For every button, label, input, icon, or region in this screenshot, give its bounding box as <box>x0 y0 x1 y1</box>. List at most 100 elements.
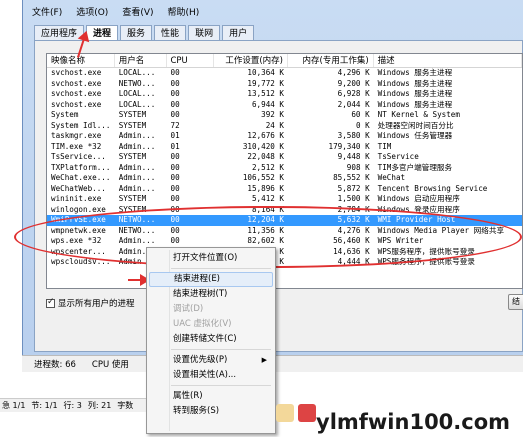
cell-description: Windows 服务主进程 <box>377 68 453 77</box>
cell-image-name: TsService... <box>51 152 106 161</box>
cell-cpu: 00 <box>170 152 180 161</box>
cell-cpu: 00 <box>170 78 180 88</box>
tab-services[interactable]: 服务 <box>120 25 153 41</box>
tab-applications[interactable]: 应用程序 <box>34 25 85 41</box>
cell-private-set: 0 K <box>355 120 370 130</box>
context-menu-item-label: 创建转储文件(C) <box>173 334 237 344</box>
submenu-arrow-icon: ▶ <box>261 356 267 364</box>
cell-image-name: WeChatWeb... <box>51 183 106 193</box>
table-row[interactable]: System Idl... SYSTEM 72 24 K 0 K 处理器空闲时间百分比 <box>47 121 522 132</box>
menu-help[interactable]: 帮助(H) <box>166 5 202 21</box>
watermark-logo: ylmfwin100.com <box>316 410 511 434</box>
cell-user-name: Admin... <box>118 173 156 182</box>
cell-cpu: 72 <box>170 120 180 130</box>
end-process-button[interactable]: 结 <box>508 294 523 310</box>
menu-options[interactable]: 选项(O) <box>74 5 110 21</box>
table-row[interactable]: TIM.exe *32 Admin... 01 310,420 K 179,340 K T… <box>47 142 522 153</box>
cell-image-name: System <box>51 110 79 119</box>
cell-working-set: 2,512 K <box>251 162 284 172</box>
cell-working-set: 310,420 K <box>242 141 284 151</box>
editor-col: 列: 21 <box>87 401 112 410</box>
editor-section: 节: 1/1 <box>31 401 58 410</box>
taskbar-folder-icon[interactable] <box>276 404 294 422</box>
table-row[interactable]: TsService... SYSTEM 00 22,048 K 9,448 K TsSer… <box>47 152 522 163</box>
cell-image-name: svchost.exe <box>51 68 102 77</box>
table-row[interactable]: svchost.exe NETWO... 00 19,772 K 9,200 K Wind… <box>47 79 522 90</box>
cell-private-set: 3,580 K <box>337 131 370 140</box>
cell-description: WeChat <box>377 173 406 182</box>
table-row[interactable]: TXPlatform... Admin... 00 2,512 K 908 K TIM多官… <box>47 163 522 174</box>
cell-user-name: SYSTEM <box>118 120 147 130</box>
cell-description: Windows 服务主进程 <box>377 99 453 109</box>
cell-user-name: SYSTEM <box>118 110 147 119</box>
cell-description: Windows 启动应用程序 <box>377 194 460 203</box>
table-row[interactable]: taskmgr.exe Admin... 01 12,676 K 3,580 K Wind… <box>47 131 522 142</box>
column-private-working-set[interactable]: 内存(专用工作集) <box>288 54 374 67</box>
cpu-usage: CPU 使用 <box>91 360 129 370</box>
column-image-name[interactable]: 映像名称 <box>47 54 115 67</box>
cell-working-set: 19,772 K <box>247 78 284 88</box>
table-row[interactable]: svchost.exe LOCAL... 00 10,364 K 4,296 K Wind… <box>47 68 522 79</box>
context-menu-item[interactable]: 转到服务(S) <box>149 404 273 419</box>
editor-status-bar: 急 1/1 节: 1/1 行: 3 列: 21 字数 <box>0 398 150 412</box>
cell-working-set: 13,512 K <box>247 89 284 98</box>
cell-image-name: taskmgr.exe <box>51 131 102 140</box>
cell-private-set: 6,928 K <box>337 89 370 98</box>
cell-working-set: 392 K <box>261 110 284 119</box>
column-user-name[interactable]: 用户名 <box>115 54 167 67</box>
tab-networking[interactable]: 联网 <box>188 25 221 41</box>
cell-description: NT Kernel & System <box>377 110 460 119</box>
menu-view[interactable]: 查看(V) <box>120 5 155 21</box>
menu-separator <box>171 349 271 350</box>
cell-description: Windows 服务主进程 <box>377 89 453 98</box>
editor-page: 急 1/1 <box>2 401 26 410</box>
context-menu-item-label: 结束进程树(T) <box>173 289 228 299</box>
context-menu-item[interactable]: 结束进程(E) <box>149 272 273 287</box>
context-menu-item[interactable]: 设置优先级(P) ▶ <box>149 353 273 368</box>
show-all-users[interactable]: 显示所有用户的进程 <box>46 297 135 309</box>
table-row[interactable]: System SYSTEM 00 392 K 60 K NT Kernel & Syste… <box>47 110 522 121</box>
cell-description: 处理器空闲时间百分比 <box>377 120 454 130</box>
column-description[interactable]: 描述 <box>374 54 522 67</box>
cell-cpu: 00 <box>170 99 180 109</box>
column-cpu[interactable]: CPU <box>167 54 215 67</box>
cell-cpu: 00 <box>170 110 180 119</box>
menubar: 文件(F) 选项(O) 查看(V) 帮助(H) <box>30 5 201 21</box>
context-menu: 打开文件位置(O) 结束进程(E) 结束进程树(T) 调试(D) UAC 虚拟化(V) 创… <box>146 247 276 434</box>
context-menu-item[interactable]: 打开文件位置(O) <box>149 251 273 266</box>
show-all-checkbox[interactable] <box>46 297 55 308</box>
tab-users[interactable]: 用户 <box>222 25 255 41</box>
menu-file[interactable]: 文件(F) <box>30 5 64 21</box>
process-list-header: 映像名称 用户名 CPU 工作设置(内存) 内存(专用工作集) 描述 <box>47 54 522 68</box>
context-menu-item-label: 转到服务(S) <box>173 406 220 416</box>
cell-user-name: Admin... <box>118 183 156 193</box>
cell-description: Windows 服务主进程 <box>377 78 453 88</box>
show-all-label: 显示所有用户的进程 <box>58 299 135 309</box>
context-menu-item-label: UAC 虚拟化(V) <box>173 319 232 329</box>
cell-working-set: 5,412 K <box>251 194 284 203</box>
cell-private-set: 85,552 K <box>333 173 370 182</box>
table-row[interactable]: svchost.exe LOCAL... 00 6,944 K 2,044 K Windo… <box>47 100 522 111</box>
taskbar-app-icon[interactable] <box>298 404 316 422</box>
cell-working-set: 106,552 K <box>242 173 284 182</box>
cell-user-name: Admin... <box>118 141 156 151</box>
context-menu-item: 调试(D) <box>149 302 273 317</box>
tab-performance[interactable]: 性能 <box>154 25 187 41</box>
context-menu-item: UAC 虚拟化(V) <box>149 317 273 332</box>
context-menu-item[interactable]: 设置相关性(A)... <box>149 368 273 383</box>
cell-cpu: 00 <box>170 194 180 203</box>
context-menu-item[interactable]: 属性(R) <box>149 389 273 404</box>
context-menu-item[interactable]: 结束进程树(T) <box>149 287 273 302</box>
cell-private-set: 4,296 K <box>337 68 370 77</box>
table-row[interactable]: wininit.exe SYSTEM 00 5,412 K 1,500 K Windows… <box>47 194 522 205</box>
cell-private-set: 5,872 K <box>337 183 370 193</box>
context-menu-item[interactable]: 创建转储文件(C) <box>149 332 273 347</box>
tab-strip: 应用程序 进程 服务 性能 联网 用户 <box>34 25 256 42</box>
cell-private-set: 9,200 K <box>337 78 370 88</box>
table-row[interactable]: WeChat.exe... Admin... 00 106,552 K 85,552 K… <box>47 173 522 184</box>
table-row[interactable]: WeChatWeb... Admin... 00 15,896 K 5,872 K Ten… <box>47 184 522 195</box>
column-working-set[interactable]: 工作设置(内存) <box>214 54 288 67</box>
cell-working-set: 24 K <box>265 120 284 130</box>
cell-private-set: 9,448 K <box>337 152 370 161</box>
table-row[interactable]: svchost.exe LOCAL... 00 13,512 K 6,928 K Wind… <box>47 89 522 100</box>
